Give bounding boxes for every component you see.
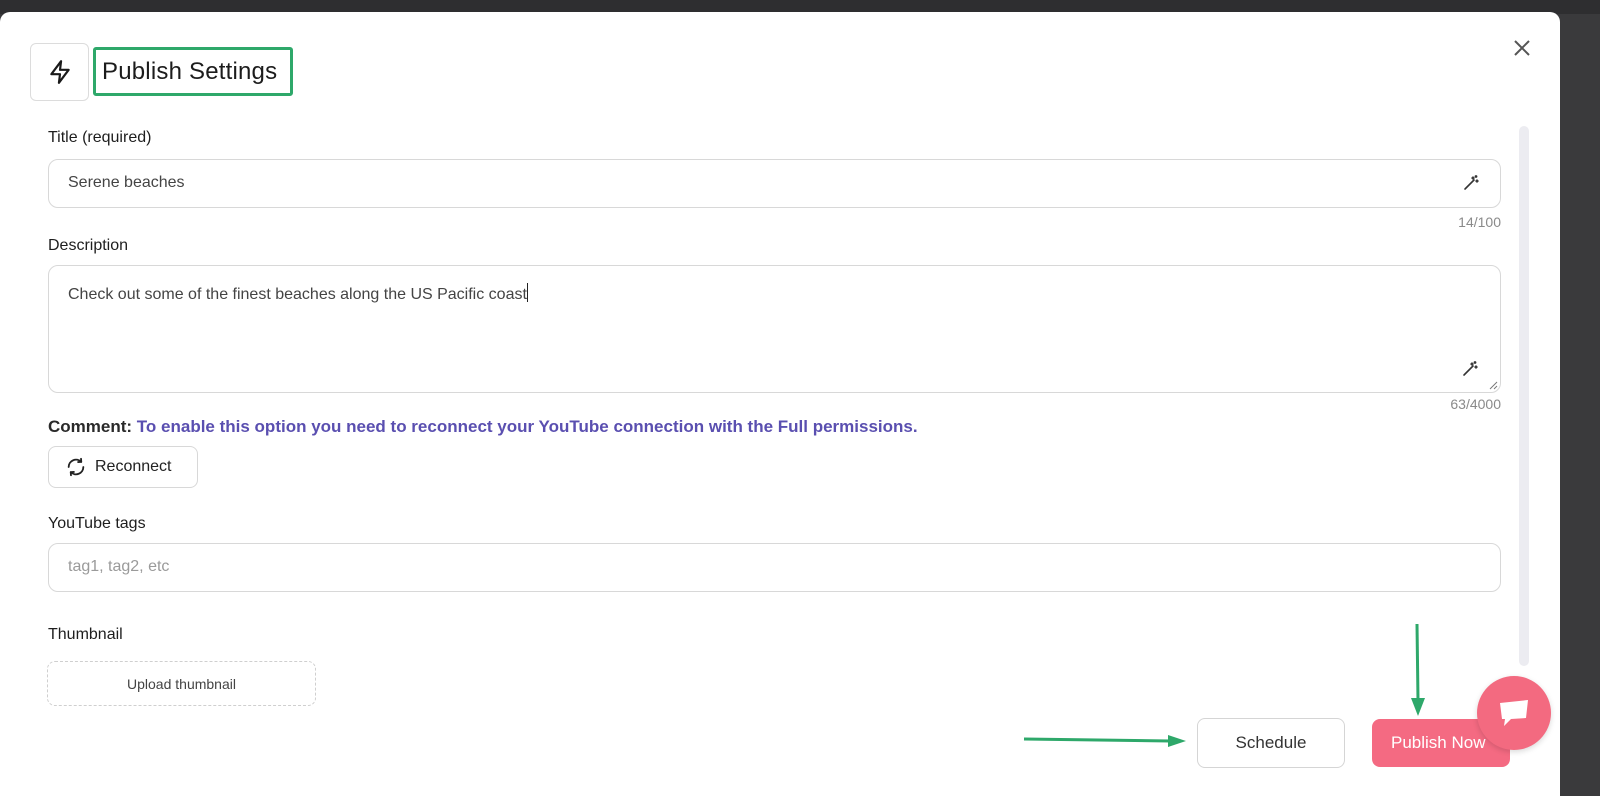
schedule-button[interactable]: Schedule: [1197, 718, 1345, 768]
close-button[interactable]: [1508, 34, 1536, 62]
magic-wand-icon[interactable]: [1462, 174, 1480, 192]
refresh-icon: [67, 457, 85, 477]
resize-handle-icon[interactable]: [1488, 380, 1498, 390]
annotation-arrow-schedule: [1023, 735, 1186, 747]
description-textarea[interactable]: Check out some of the finest beaches alo…: [48, 265, 1501, 393]
dialog-scrollbar[interactable]: [1519, 126, 1529, 666]
page-title: Publish Settings: [102, 57, 278, 85]
tags-input[interactable]: tag1, tag2, etc: [48, 543, 1501, 592]
magic-wand-icon[interactable]: [1461, 360, 1479, 378]
reconnect-label: Reconnect: [95, 458, 172, 475]
lightning-icon: [49, 60, 70, 84]
comment-permission-message: To enable this option you need to reconn…: [136, 417, 918, 436]
tags-label: YouTube tags: [48, 515, 146, 532]
title-counter: 14/100: [1458, 214, 1501, 230]
title-label: Title (required): [48, 129, 152, 146]
comment-label: Comment:: [48, 417, 133, 436]
title-highlight: Publish Settings: [93, 47, 293, 96]
upload-thumbnail-button[interactable]: Upload thumbnail: [47, 661, 316, 706]
close-icon: [1514, 40, 1530, 56]
annotation-arrow-publish: [1411, 623, 1425, 716]
chat-icon: [1500, 700, 1528, 726]
description-value: Check out some of the finest beaches alo…: [68, 283, 528, 304]
tags-placeholder: tag1, tag2, etc: [68, 558, 170, 575]
thumbnail-label: Thumbnail: [48, 626, 123, 643]
header-icon-box: [30, 43, 89, 101]
comment-notice: Comment: To enable this option you need …: [48, 417, 918, 437]
chat-button[interactable]: [1477, 676, 1551, 750]
publish-settings-dialog: Publish Settings Title (required) Serene…: [0, 12, 1560, 796]
description-label: Description: [48, 237, 129, 254]
title-input-value: Serene beaches: [68, 174, 185, 191]
description-counter: 63/4000: [1450, 396, 1501, 412]
title-input[interactable]: Serene beaches: [48, 159, 1501, 208]
reconnect-button[interactable]: Reconnect: [48, 446, 198, 488]
